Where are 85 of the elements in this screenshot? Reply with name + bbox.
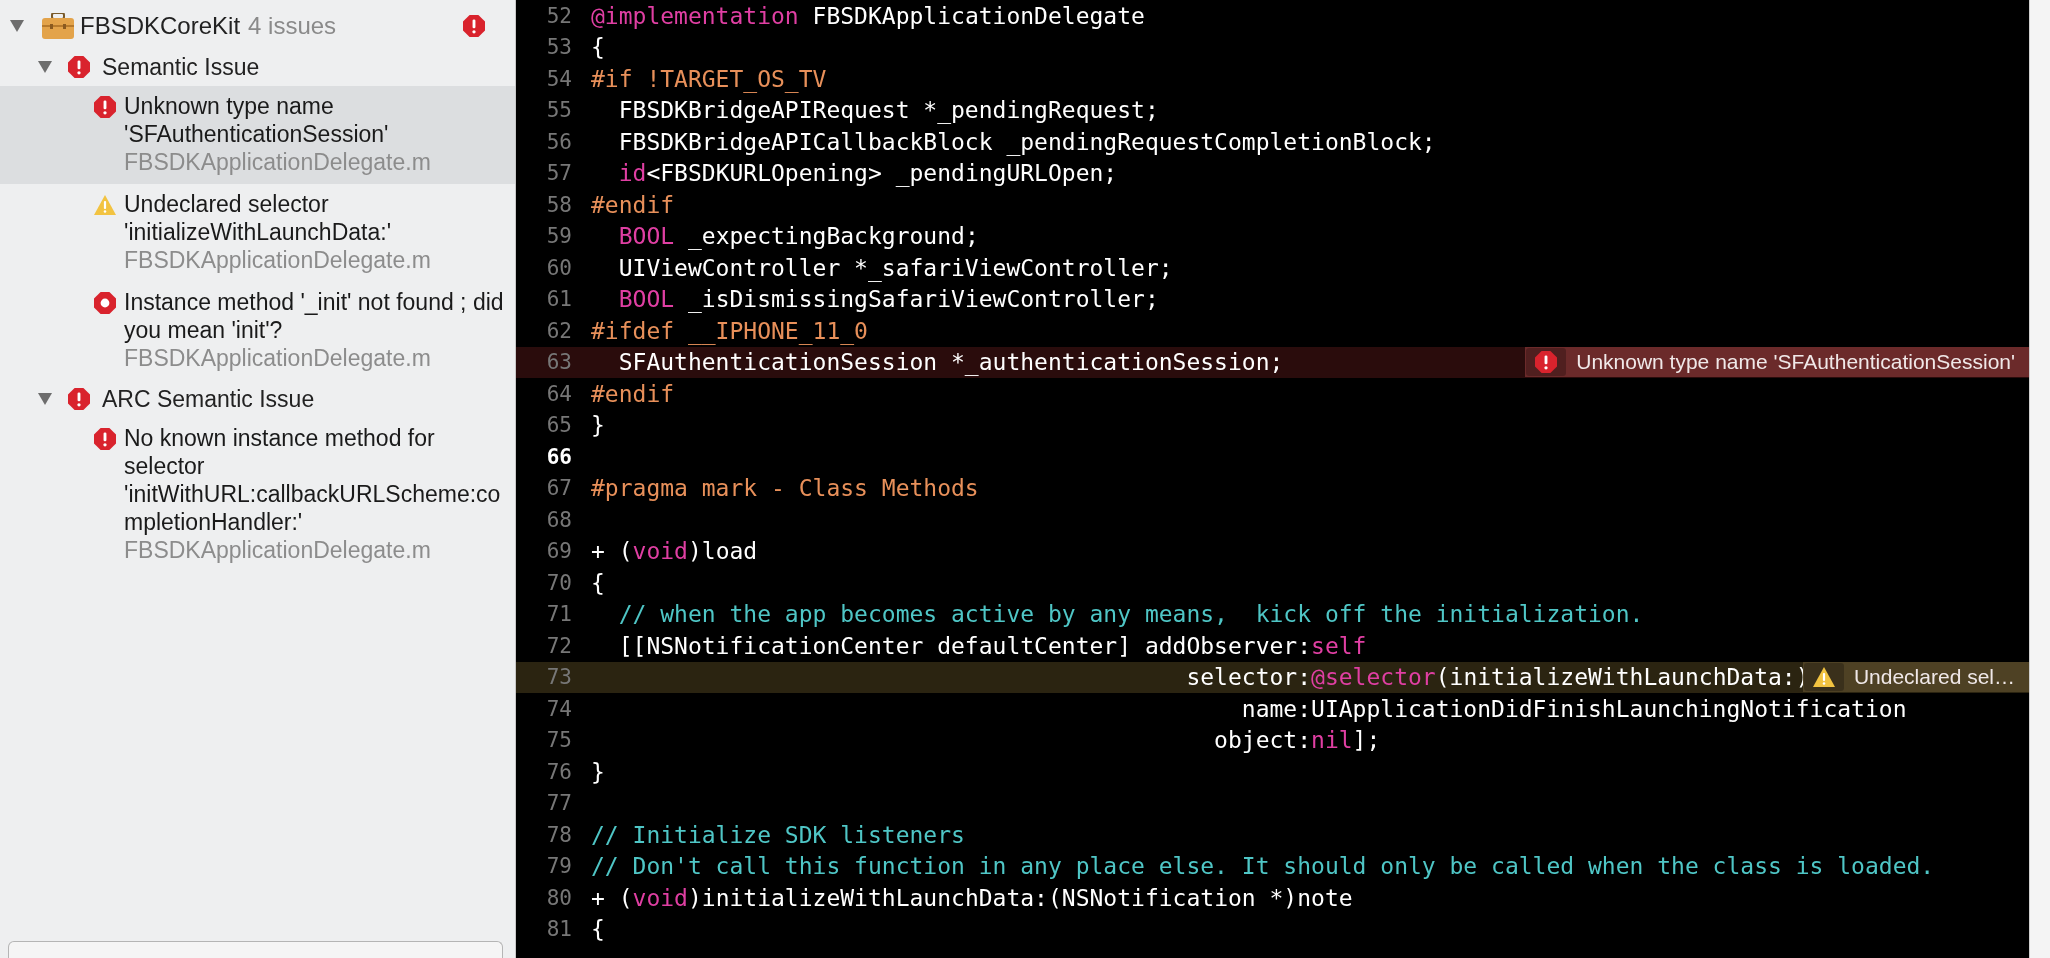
- line-number: 66: [545, 444, 572, 469]
- issue-item[interactable]: Unknown type name 'SFAuthenticationSession' FBSDKApplicationDelegate.m: [0, 86, 515, 184]
- code-text: id<FBSDKURLOpening> _pendingURLOpen;: [617, 160, 1118, 187]
- line-number: 78: [545, 822, 572, 847]
- line-number: 77: [545, 791, 572, 816]
- disclosure-triangle-icon[interactable]: [10, 20, 24, 32]
- line-number: 73: [545, 665, 572, 690]
- fixit-error-icon: [94, 292, 116, 314]
- line-number: 67: [545, 476, 572, 501]
- project-name: FBSDKCoreKit: [80, 12, 241, 40]
- code-text: // Don't call this function in any place else. It should only be called when the class is loaded.: [591, 853, 1935, 880]
- issue-file-name: FBSDKApplicationDelegate.m: [124, 536, 432, 564]
- error-icon: [1535, 351, 1558, 374]
- issue-message: No known instance method for selector 'initWithURL:callbackURLScheme:completionHandler:': [124, 424, 502, 536]
- issue-file-name: FBSDKApplicationDelegate.m: [124, 246, 432, 274]
- code-text: name:UIApplicationDidFinishLaunchingNotification: [1240, 695, 1907, 722]
- code-text: #if !TARGET_OS_TV: [591, 65, 827, 92]
- code-text: #endif: [591, 191, 675, 218]
- line-number: 55: [545, 98, 572, 123]
- issue-file-name: FBSDKApplicationDelegate.m: [124, 148, 432, 176]
- code-text: object:nil];: [1213, 727, 1381, 754]
- line-number: 79: [545, 854, 572, 879]
- issue-group-title[interactable]: ARC Semantic Issue: [102, 385, 315, 413]
- line-number: 54: [545, 66, 572, 91]
- code-text: // when the app becomes active by any means, kick off the initialization.: [617, 601, 1644, 628]
- error-icon: [94, 428, 116, 450]
- line-number: 71: [545, 602, 572, 627]
- code-text: BOOL _isDismissingSafariViewController;: [617, 286, 1159, 313]
- line-number: 53: [545, 35, 572, 60]
- code-text: {: [591, 916, 605, 943]
- issue-count: 4 issues: [248, 12, 337, 40]
- line-number: 61: [545, 287, 572, 312]
- warning-icon: [1812, 666, 1835, 689]
- issue-message: Undeclared selector 'initializeWithLaunchData:': [124, 190, 393, 246]
- code-text: // Initialize SDK listeners: [591, 821, 965, 848]
- code-text: #endif: [591, 380, 675, 407]
- inline-issue-message[interactable]: Unknown type name 'SFAuthenticationSession': [1525, 347, 2029, 378]
- line-number: 80: [545, 885, 572, 910]
- code-text: {: [591, 34, 605, 61]
- line-number: 58: [545, 192, 572, 217]
- issue-message: Unknown type name 'SFAuthenticationSession': [124, 92, 390, 148]
- inline-issue-message[interactable]: Undeclared sel…: [1802, 662, 2029, 693]
- code-text: }: [591, 758, 605, 785]
- line-number: 52: [545, 3, 572, 28]
- issue-group-title[interactable]: Semantic Issue: [102, 53, 260, 81]
- code-text: @implementation FBSDKApplicationDelegate: [591, 2, 1145, 29]
- error-icon: [94, 96, 116, 118]
- briefcase-icon: [42, 13, 74, 39]
- line-number: 74: [545, 696, 572, 721]
- code-text: }: [591, 412, 605, 439]
- line-number: 70: [545, 570, 572, 595]
- line-number: 60: [545, 255, 572, 280]
- line-number: 62: [545, 318, 572, 343]
- issue-file-name: FBSDKApplicationDelegate.m: [124, 344, 432, 372]
- code-text: FBSDKBridgeAPIRequest *_pendingRequest;: [617, 97, 1159, 124]
- line-number: 57: [545, 161, 572, 186]
- code-text: {: [591, 569, 605, 596]
- line-number: 81: [545, 917, 572, 942]
- disclosure-triangle-icon[interactable]: [38, 61, 52, 73]
- line-number: 65: [545, 413, 572, 438]
- code-text: #pragma mark - Class Methods: [591, 475, 979, 502]
- line-number: 63: [545, 350, 572, 375]
- issue-item[interactable]: Instance method '_init' not found ; did you mean 'init'? FBSDKApplicationDelegate.m: [0, 282, 515, 380]
- code-text: UIViewController *_safariViewController;: [617, 254, 1173, 281]
- line-number: 59: [545, 224, 572, 249]
- issue-item[interactable]: No known instance method for selector 'initWithURL:callbackURLScheme:completionHandler:' FBSDKApplicationDelegate.m: [0, 418, 515, 572]
- code-text: SFAuthenticationSession *_authenticationSession;: [617, 349, 1284, 376]
- code-text: BOOL _expectingBackground;: [617, 223, 979, 250]
- code-text: #ifdef __IPHONE_11_0: [591, 317, 868, 344]
- issue-message: Instance method '_init' not found ; did you mean 'init'?: [124, 288, 505, 344]
- line-number: 64: [545, 381, 572, 406]
- code-text: + (void)initializeWithLaunchData:(NSNotification *)note: [591, 884, 1353, 911]
- line-number: 69: [545, 539, 572, 564]
- code-text: [[NSNotificationCenter defaultCenter] addObserver:self: [617, 632, 1367, 659]
- warning-icon: [94, 194, 116, 216]
- line-number: 76: [545, 759, 572, 784]
- line-number: 56: [545, 129, 572, 154]
- code-text: FBSDKBridgeAPICallbackBlock _pendingRequestCompletionBlock;: [617, 128, 1436, 155]
- line-number: 75: [545, 728, 572, 753]
- line-number: 68: [545, 507, 572, 532]
- issue-item[interactable]: Undeclared selector 'initializeWithLaunchData:' FBSDKApplicationDelegate.m: [0, 184, 515, 282]
- code-text: + (void)load: [591, 538, 758, 565]
- line-number: 72: [545, 633, 572, 658]
- filter-field[interactable]: [8, 941, 503, 958]
- disclosure-triangle-icon[interactable]: [38, 393, 52, 405]
